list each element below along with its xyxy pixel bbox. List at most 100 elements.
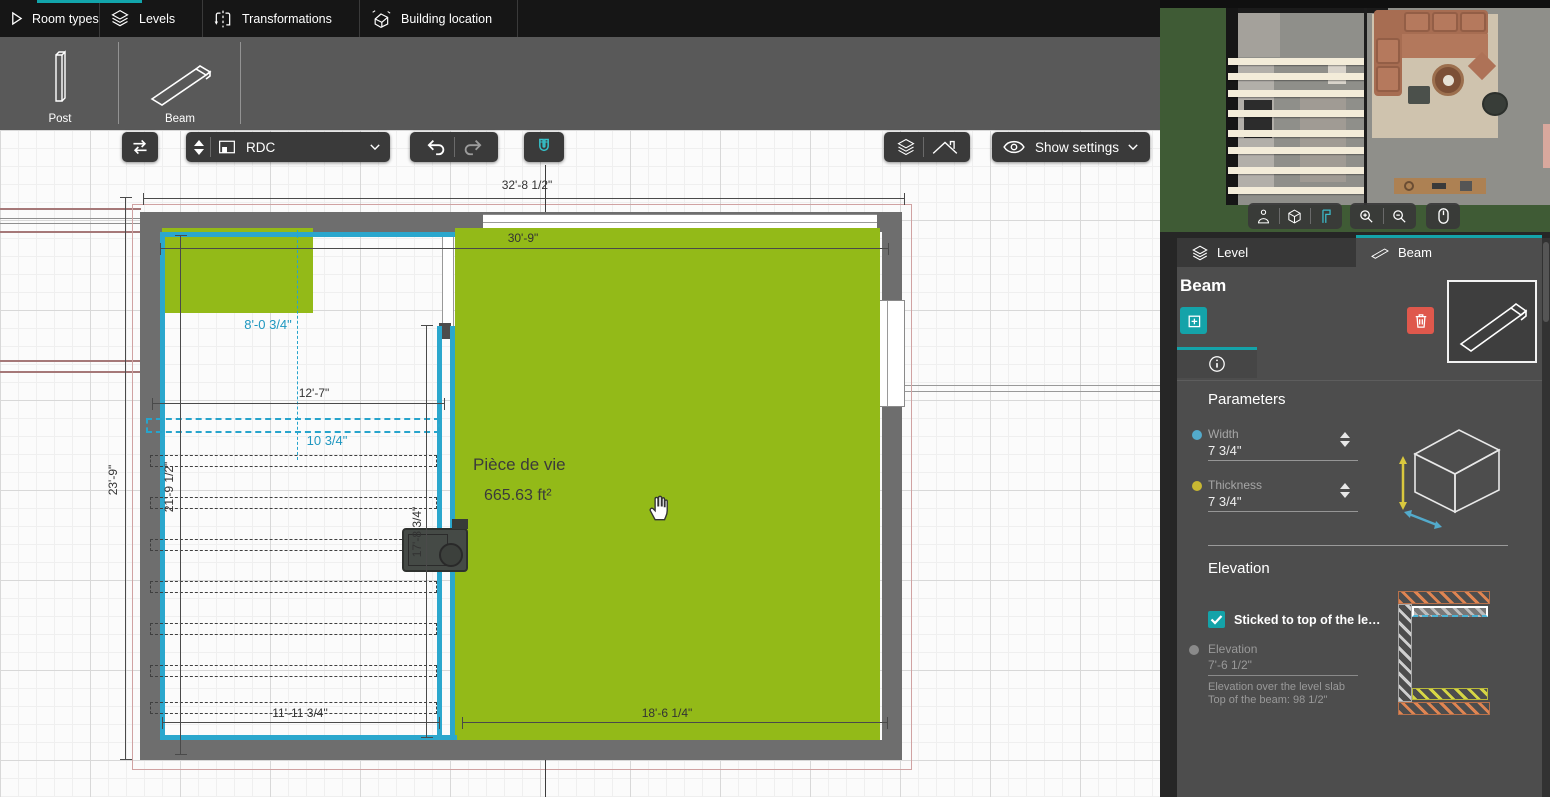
undo-icon[interactable]	[426, 137, 448, 157]
section-beam	[1412, 606, 1488, 617]
beam-element[interactable]	[150, 581, 437, 593]
3d-preview-viewport[interactable]	[1160, 0, 1550, 232]
room-name: Pièce de vie	[473, 455, 566, 474]
tab-building-location[interactable]: Building location	[360, 0, 518, 37]
thickness-stepper[interactable]	[1340, 483, 1350, 498]
beam-element[interactable]	[150, 665, 437, 677]
tab-levels[interactable]: Levels	[100, 0, 203, 37]
tab-label: Transformations	[242, 11, 332, 26]
roof-icon[interactable]	[930, 137, 960, 157]
panel-tab-beam[interactable]: Beam	[1356, 238, 1542, 267]
scrollbar-thumb[interactable]	[1543, 242, 1549, 322]
delete-beam-button[interactable]	[1407, 307, 1434, 334]
site-line	[0, 208, 141, 210]
preview-beam	[1228, 90, 1364, 97]
preview-wall-divider	[1364, 8, 1367, 205]
dim-label-kitchen-bottom: 11'-11 3/4"	[272, 706, 328, 720]
width-value[interactable]: 7 3/4"	[1208, 443, 1242, 458]
plan-view-icon[interactable]	[1318, 208, 1335, 225]
panel-scrollbar[interactable]	[1542, 238, 1550, 797]
zoom-in-icon[interactable]	[1358, 208, 1375, 225]
preview-beam	[1228, 58, 1364, 65]
level-stepper[interactable]	[194, 139, 204, 155]
redo-icon[interactable]	[461, 137, 483, 157]
section-divider	[1208, 545, 1508, 546]
window-glass-line	[483, 222, 877, 223]
zoom-out-icon[interactable]	[1391, 208, 1408, 225]
thickness-label: Thickness	[1208, 478, 1263, 492]
3d-view-icon[interactable]	[1286, 208, 1303, 225]
dim-label-beam-width[interactable]: 10 3/4"	[307, 433, 348, 448]
beam-thumbnail[interactable]	[1447, 280, 1537, 363]
trash-icon	[1415, 313, 1426, 328]
tool-beam[interactable]: Beam	[128, 41, 232, 125]
beam-element[interactable]	[150, 539, 437, 551]
elevation-help-1: Elevation over the level slab	[1208, 681, 1345, 693]
site-line	[0, 218, 141, 219]
site-line	[0, 223, 141, 224]
panel-tab-label: Beam	[1398, 245, 1432, 260]
panel-tab-level[interactable]: Level	[1177, 238, 1356, 267]
site-line	[904, 391, 1160, 392]
sticked-label: Sticked to top of the le…	[1234, 613, 1381, 627]
layers-icon	[111, 9, 129, 26]
room-area-top-left[interactable]	[162, 228, 313, 313]
divider	[922, 137, 924, 157]
beam-element[interactable]	[150, 497, 437, 509]
info-tab[interactable]	[1177, 347, 1257, 378]
preview-beam	[1228, 167, 1364, 174]
beam-dimensions-diagram	[1399, 429, 1501, 529]
floor-plan-canvas[interactable]: 32'-8 1/2" 30'-9" 23'-9" 21'-9 1/2" 12'-…	[0, 130, 1160, 797]
elevation-underline	[1208, 675, 1358, 676]
room-area: 665.63 ft²	[484, 487, 552, 504]
show-settings-button[interactable]: Show settings	[992, 132, 1150, 162]
flip-icon	[214, 10, 231, 27]
dim-label-outer-height: 23'-9"	[106, 464, 120, 496]
window-right[interactable]	[879, 300, 905, 407]
beam-element[interactable]	[150, 455, 437, 467]
active-tab-indicator	[37, 0, 142, 3]
beam-element[interactable]	[150, 623, 437, 635]
dim-line-inner-width	[160, 243, 889, 255]
selected-beam[interactable]	[146, 418, 440, 433]
layers-icon[interactable]	[895, 137, 917, 157]
beam-thumb-icon	[1459, 303, 1528, 352]
site-line	[904, 385, 1160, 386]
level-selector[interactable]: RDC	[186, 132, 390, 162]
width-label: Width	[1208, 427, 1239, 441]
chevron-down-icon	[370, 144, 380, 151]
floor-icon	[219, 140, 235, 154]
walk-view-icon[interactable]	[1255, 208, 1272, 225]
stove-flue	[439, 543, 463, 567]
duplicate-beam-button[interactable]	[1180, 307, 1207, 334]
selected-room-border	[165, 232, 455, 237]
section-slab-hatch	[1412, 688, 1488, 700]
preview-cushion	[1460, 12, 1486, 32]
preview-beam	[1228, 147, 1364, 154]
eye-icon	[1003, 140, 1025, 154]
ribbon-toolbox: Post Beam	[0, 37, 1160, 130]
swap-tool-button[interactable]	[122, 132, 158, 162]
room-living[interactable]	[455, 228, 880, 740]
wall-bottom[interactable]	[140, 740, 902, 760]
dim-line-overall-width	[143, 193, 905, 205]
tab-room-types[interactable]: Room types	[0, 0, 100, 37]
magnet-snap-button[interactable]	[524, 132, 564, 162]
tool-post[interactable]: Post	[18, 41, 102, 125]
tab-transformations[interactable]: Transformations	[203, 0, 360, 37]
preview-mouse-button[interactable]	[1426, 203, 1460, 229]
site-line	[0, 360, 141, 362]
thickness-underline	[1208, 511, 1358, 512]
undo-redo-group	[410, 132, 498, 162]
wall-left[interactable]	[140, 212, 160, 760]
right-panel: Level Beam Beam Parameters Width 7 3/4" …	[1160, 0, 1550, 797]
width-stepper[interactable]	[1340, 432, 1350, 447]
dim-label-beam-offset[interactable]: 8'-0 3/4"	[244, 317, 292, 332]
dim-label-inner-height: 21'-9 1/2"	[162, 461, 176, 513]
panel-title: Beam	[1180, 276, 1227, 295]
thickness-value[interactable]: 7 3/4"	[1208, 494, 1242, 509]
wall-right[interactable]	[882, 212, 902, 760]
sticked-checkbox[interactable]	[1208, 611, 1225, 628]
beam-offset-guide	[297, 230, 298, 460]
site-line	[0, 371, 141, 373]
